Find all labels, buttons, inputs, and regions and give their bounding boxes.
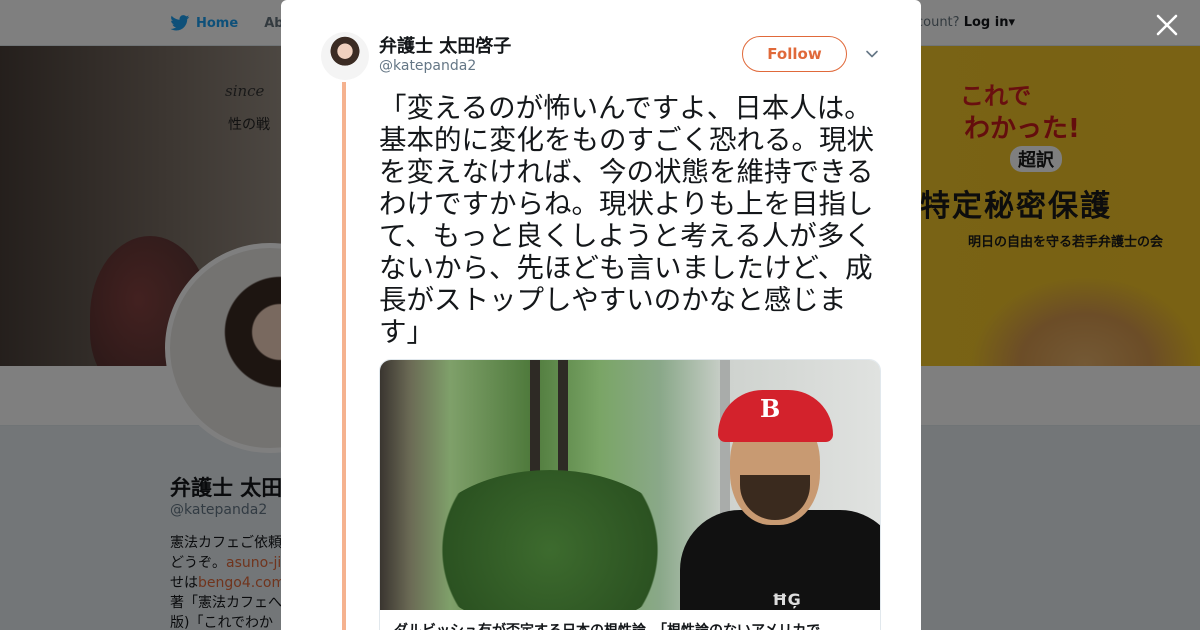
card-image: B ĦĢ <box>380 360 880 610</box>
garden-bush <box>420 470 680 610</box>
thread-line <box>342 82 346 630</box>
cap-logo: B <box>760 394 781 423</box>
close-icon[interactable] <box>1154 12 1180 38</box>
author-avatar[interactable] <box>321 32 369 80</box>
author-name[interactable]: 弁護士 太田啓子 <box>379 32 511 58</box>
link-preview-card[interactable]: B ĦĢ ダルビッシュ有が否定する日本の根性論 「根性論のないアメリカで <box>379 359 881 630</box>
tweet-modal: 弁護士 太田啓子 @katepanda2 Follow 「変えるのが怖いんですよ… <box>281 0 921 630</box>
follow-button[interactable]: Follow <box>742 36 847 72</box>
chevron-down-icon[interactable] <box>865 47 879 61</box>
tweet-text: 「変えるのが怖いんですよ、日本人は。基本的に変化をものすごく恐れる。現状を変えな… <box>379 92 874 348</box>
shirt-logo: ĦĢ <box>772 590 801 609</box>
author-handle[interactable]: @katepanda2 <box>379 58 476 74</box>
card-title: ダルビッシュ有が否定する日本の根性論 「根性論のないアメリカで <box>394 620 869 630</box>
